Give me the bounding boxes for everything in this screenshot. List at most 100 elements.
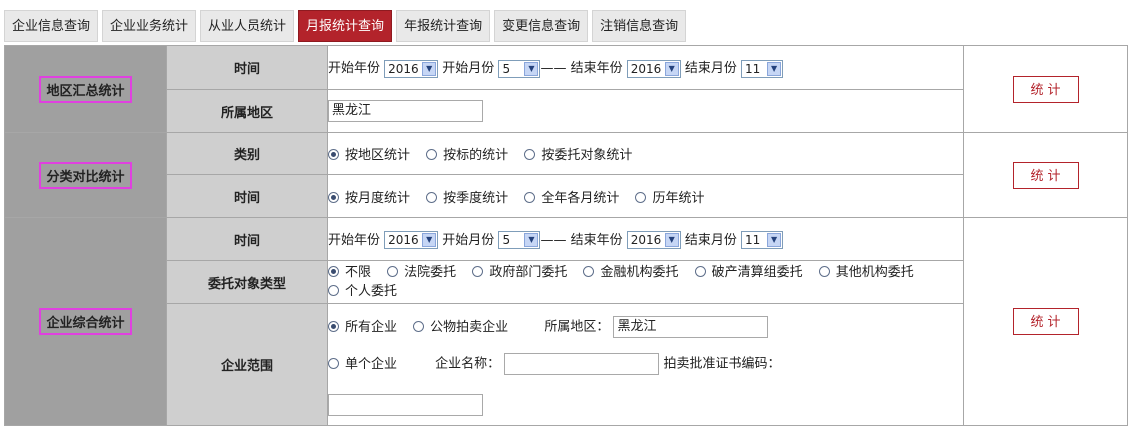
region-area-input[interactable]: 黑龙江	[328, 100, 483, 122]
radio-empty-icon	[694, 266, 706, 277]
tab-annual-report[interactable]: 年报统计查询	[396, 10, 491, 42]
radio-client-court[interactable]: 法院委托	[387, 265, 456, 280]
category-time-label: 时间	[166, 174, 328, 218]
enterprise-end-year-select[interactable]: 2016 ▼	[626, 231, 681, 250]
radio-empty-icon	[583, 266, 595, 277]
client-type-label: 委托对象类型	[166, 260, 328, 304]
radio-selected-icon	[328, 320, 339, 332]
region-end-year-label: 结束年份	[570, 61, 623, 77]
radio-empty-icon	[426, 191, 438, 203]
radio-scope-public-auction[interactable]: 公物拍卖企业	[413, 320, 508, 335]
region-time-label: 时间	[166, 45, 328, 90]
category-type-row: 按地区统计 按标的统计 按委托对象统计	[327, 132, 964, 175]
radio-client-personal[interactable]: 个人委托	[328, 284, 397, 299]
scope-row: 所有企业 公物拍卖企业 所属地区： 黑龙江 单个企业 企业名称： 拍卖批准证书编…	[327, 303, 964, 426]
region-end-year-select[interactable]: 2016 ▼	[626, 59, 681, 78]
radio-empty-icon	[426, 149, 438, 160]
radio-selected-icon	[328, 191, 339, 203]
category-type-label: 类别	[166, 132, 328, 175]
enterprise-end-month-label: 结束月份	[684, 232, 737, 248]
section-category-label: 分类对比统计	[39, 161, 132, 189]
tab-enterprise-business[interactable]: 企业业务统计	[102, 10, 197, 42]
enterprise-time-row: 开始年份 2016 ▼ 开始月份 5 ▼ —— 结束年份 2016 ▼ 结束月份 11 ▼	[327, 217, 964, 261]
chevron-down-icon: ▼	[422, 61, 437, 76]
region-start-year-select[interactable]: 2016 ▼	[384, 59, 439, 78]
client-type-row: 不限 法院委托 政府部门委托 金融机构委托 破产清算组委托 其他机构委托 个人委…	[327, 260, 964, 304]
radio-time-yearly-months[interactable]: 全年各月统计	[524, 191, 619, 206]
radio-empty-icon	[818, 266, 830, 277]
stats-form-table: 地区汇总统计 时间 开始年份 2016 ▼ 开始月份 5 ▼ —— 结束年份 2016…	[4, 45, 1128, 426]
category-time-row: 按月度统计 按季度统计 全年各月统计 历年统计	[327, 174, 964, 218]
radio-scope-all[interactable]: 所有企业	[328, 320, 397, 335]
chevron-down-icon: ▼	[767, 61, 782, 76]
enterprise-end-month-select[interactable]: 11 ▼	[741, 231, 784, 250]
region-end-month-select[interactable]: 11 ▼	[741, 59, 784, 78]
radio-empty-icon	[635, 191, 647, 203]
chevron-down-icon: ▼	[422, 233, 437, 248]
radio-empty-icon	[328, 285, 339, 296]
radio-selected-icon	[328, 266, 339, 277]
radio-client-any[interactable]: 不限	[328, 265, 371, 280]
enterprise-range-dash: ——	[540, 232, 567, 248]
radio-client-financial[interactable]: 金融机构委托	[583, 265, 678, 280]
radio-type-by-region[interactable]: 按地区统计	[328, 148, 410, 163]
section-enterprise-label: 企业综合统计	[39, 308, 132, 335]
enterprise-action-cell: 统计	[963, 217, 1128, 426]
region-end-month-label: 结束月份	[684, 61, 737, 77]
license-code-input[interactable]	[328, 394, 483, 416]
region-area-label: 所属地区	[166, 89, 328, 133]
radio-scope-single[interactable]: 单个企业	[328, 357, 397, 372]
tab-enterprise-info[interactable]: 企业信息查询	[4, 10, 99, 42]
radio-client-other[interactable]: 其他机构委托	[818, 265, 914, 280]
radio-empty-icon	[328, 357, 339, 369]
scope-label: 企业范围	[166, 303, 328, 426]
license-code-label: 拍卖批准证书编码：	[663, 356, 781, 372]
region-time-row: 开始年份 2016 ▼ 开始月份 5 ▼ —— 结束年份 2016 ▼ 结束月份 11 ▼	[327, 45, 964, 90]
enterprise-start-year-label: 开始年份	[328, 232, 381, 248]
tab-monthly-report[interactable]: 月报统计查询	[298, 10, 393, 42]
scope-area-label: 所属地区：	[544, 319, 610, 335]
chevron-down-icon: ▼	[524, 233, 539, 248]
company-name-input[interactable]	[504, 353, 660, 375]
enterprise-end-year-label: 结束年份	[570, 232, 623, 248]
radio-client-government[interactable]: 政府部门委托	[472, 265, 567, 280]
section-region-label: 地区汇总统计	[39, 75, 132, 103]
section-enterprise: 企业综合统计	[4, 217, 167, 426]
radio-time-monthly[interactable]: 按月度统计	[328, 191, 410, 206]
enterprise-start-year-select[interactable]: 2016 ▼	[384, 231, 439, 250]
radio-selected-icon	[328, 149, 339, 160]
company-name-label: 企业名称：	[435, 356, 501, 372]
region-start-year-label: 开始年份	[328, 61, 381, 77]
category-stat-button[interactable]: 统计	[1012, 161, 1079, 189]
radio-empty-icon	[524, 191, 536, 203]
region-start-month-select[interactable]: 5 ▼	[498, 59, 541, 78]
enterprise-stat-button[interactable]: 统计	[1012, 308, 1079, 335]
enterprise-time-label: 时间	[166, 217, 328, 261]
category-action-cell: 统计	[963, 132, 1128, 218]
section-category: 分类对比统计	[4, 132, 167, 218]
radio-empty-icon	[472, 266, 484, 277]
scope-area-input[interactable]: 黑龙江	[613, 316, 769, 338]
chevron-down-icon: ▼	[767, 233, 782, 248]
enterprise-start-month-label: 开始月份	[442, 232, 495, 248]
radio-time-quarterly[interactable]: 按季度统计	[426, 191, 508, 206]
enterprise-start-month-select[interactable]: 5 ▼	[498, 231, 541, 250]
region-stat-button[interactable]: 统计	[1012, 75, 1079, 103]
tab-cancel-info[interactable]: 注销信息查询	[592, 10, 687, 42]
radio-type-by-target[interactable]: 按标的统计	[426, 148, 508, 163]
tab-staff-stats[interactable]: 从业人员统计	[200, 10, 295, 42]
region-range-dash: ——	[540, 61, 567, 77]
tab-bar: 企业信息查询 企业业务统计 从业人员统计 月报统计查询 年报统计查询 变更信息查…	[4, 10, 690, 44]
radio-empty-icon	[387, 266, 399, 277]
radio-empty-icon	[413, 320, 425, 332]
section-region: 地区汇总统计	[4, 45, 167, 133]
region-area-row: 黑龙江	[327, 89, 964, 133]
radio-type-by-client[interactable]: 按委托对象统计	[524, 148, 632, 163]
chevron-down-icon: ▼	[664, 61, 679, 76]
tab-change-info[interactable]: 变更信息查询	[494, 10, 589, 42]
region-start-month-label: 开始月份	[442, 61, 495, 77]
radio-empty-icon	[524, 149, 536, 160]
radio-time-all-years[interactable]: 历年统计	[635, 191, 704, 206]
chevron-down-icon: ▼	[664, 233, 679, 248]
radio-client-bankruptcy[interactable]: 破产清算组委托	[694, 265, 803, 280]
